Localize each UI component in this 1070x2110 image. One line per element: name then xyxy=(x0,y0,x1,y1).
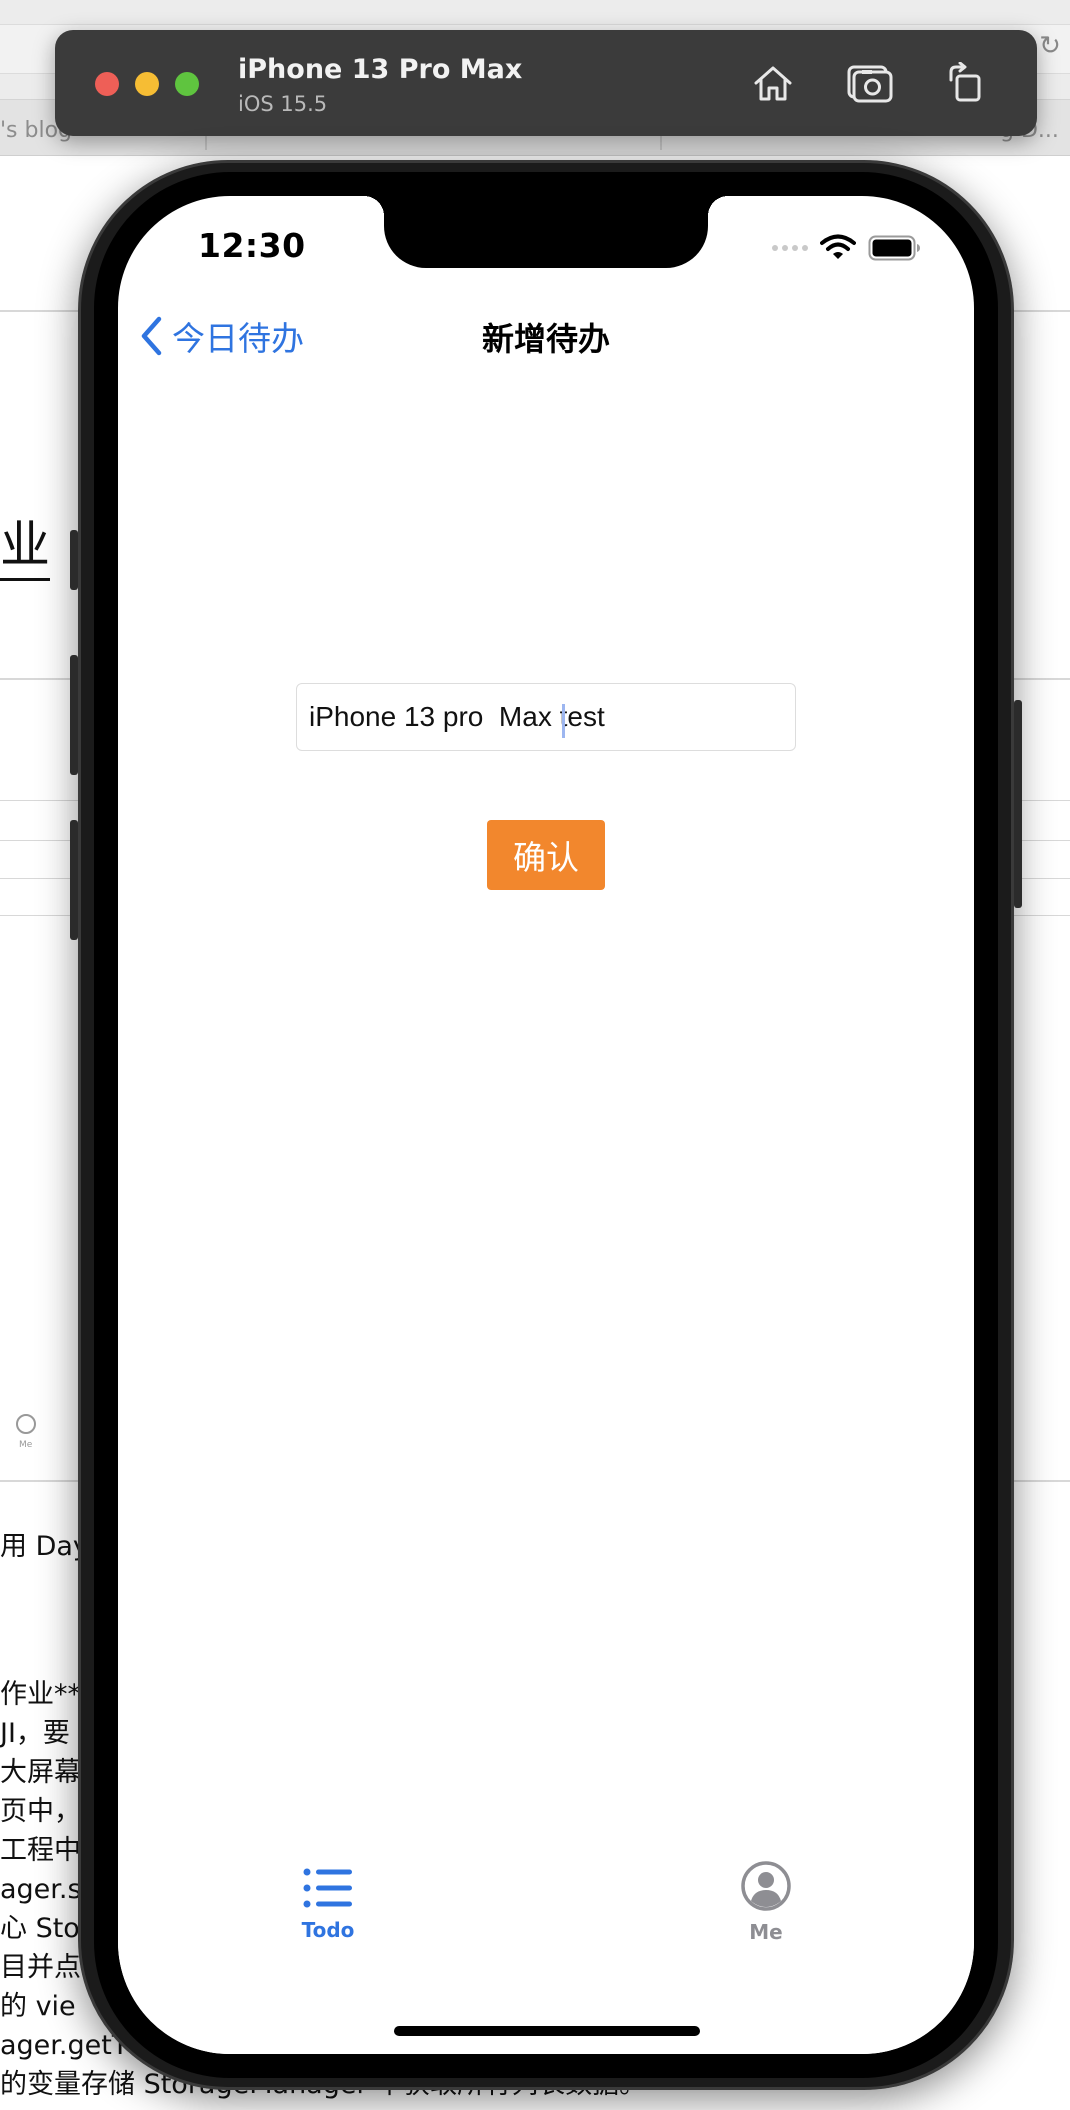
background-text-line: 页中， xyxy=(0,1796,81,1827)
tab-me-label: Me xyxy=(749,1920,783,1944)
camera-icon xyxy=(847,65,893,103)
background-text-line: ager.getT xyxy=(0,2030,129,2061)
simulator-os-version: iOS 15.5 xyxy=(238,92,328,116)
rotate-icon xyxy=(949,62,981,102)
home-button[interactable] xyxy=(750,60,796,106)
reload-icon[interactable]: ↻ xyxy=(1036,32,1064,60)
background-text-line: 工程中 xyxy=(0,1835,81,1866)
rotate-button[interactable] xyxy=(942,60,988,106)
iphone-screen: 12:30 今日待办 新增待办 确认 xyxy=(118,196,974,2054)
zoom-window-button[interactable] xyxy=(175,72,199,96)
tab-me[interactable]: Me xyxy=(656,1860,876,1980)
close-window-button[interactable] xyxy=(95,72,119,96)
battery-icon xyxy=(868,235,920,261)
list-icon xyxy=(303,1868,352,1908)
cellular-signal-icon xyxy=(772,245,808,251)
volume-up-button xyxy=(70,655,78,775)
tab-todo-label: Todo xyxy=(301,1918,355,1942)
screenshot-button[interactable] xyxy=(847,60,893,106)
background-heading: 业 xyxy=(0,505,50,581)
minimize-window-button[interactable] xyxy=(135,72,159,96)
simulator-title-bar: iPhone 13 Pro Max iOS 15.5 xyxy=(55,30,1037,136)
background-text-line: 大屏幕 xyxy=(0,1757,81,1788)
mini-person-icon xyxy=(16,1414,36,1434)
confirm-button[interactable]: 确认 xyxy=(487,820,605,890)
mute-switch xyxy=(70,530,78,590)
background-text-line: 作业** xyxy=(0,1679,81,1710)
background-text-line: JI，要 xyxy=(0,1718,70,1749)
background-text-line: 用 Day xyxy=(0,1531,89,1562)
power-button xyxy=(1014,700,1022,908)
volume-down-button xyxy=(70,820,78,940)
status-time: 12:30 xyxy=(198,226,306,265)
status-icons xyxy=(772,234,922,262)
home-icon xyxy=(754,66,792,101)
text-cursor xyxy=(562,704,565,738)
simulator-device-name: iPhone 13 Pro Max xyxy=(238,54,523,85)
tab-todo[interactable]: Todo xyxy=(218,1866,438,1986)
todo-input[interactable] xyxy=(296,683,796,751)
tab-bar: Todo Me xyxy=(118,1854,974,2054)
wifi-icon xyxy=(820,234,856,259)
person-circle-icon xyxy=(741,1861,791,1911)
background-text-line: ager.s xyxy=(0,1874,82,1905)
background-text-line: 的 vie xyxy=(0,1991,76,2022)
page-title: 新增待办 xyxy=(481,320,610,358)
mini-tab-label: Me xyxy=(19,1440,33,1450)
background-text-line: 目并点 xyxy=(0,1952,81,1983)
notch xyxy=(364,196,728,268)
home-indicator xyxy=(394,2026,700,2036)
